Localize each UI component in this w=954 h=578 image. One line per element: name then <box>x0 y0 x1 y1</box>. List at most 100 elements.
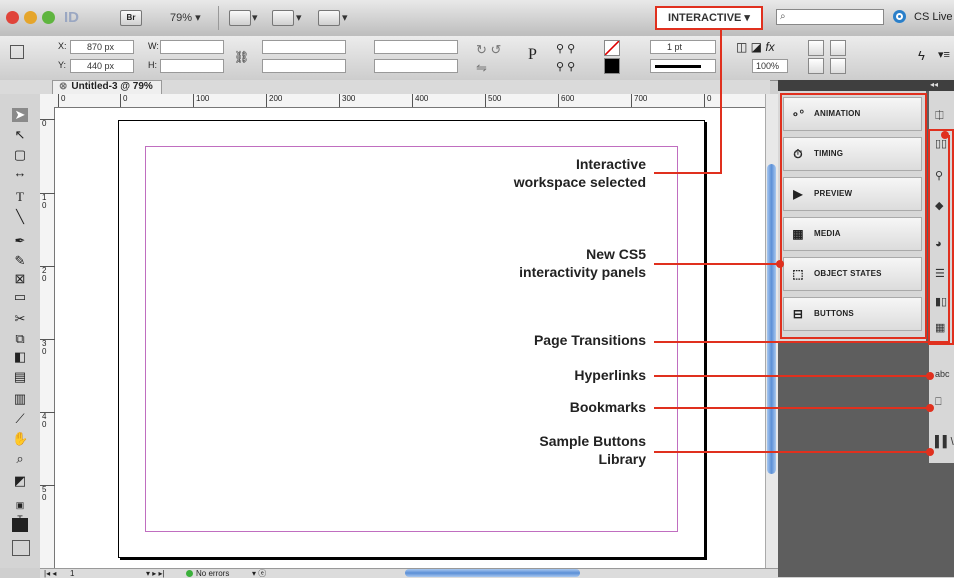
normal-view-icon[interactable] <box>12 518 28 532</box>
type-tool-icon[interactable]: T <box>12 190 28 204</box>
close-window-button[interactable] <box>6 11 19 24</box>
zoom-window-button[interactable] <box>42 11 55 24</box>
select-container-icon[interactable]: ⚲ ⚲ <box>556 42 575 55</box>
vruler-mark: 4 0 <box>40 412 56 429</box>
rotate-icon[interactable]: ↻ ↺ <box>476 42 501 58</box>
separator <box>218 6 219 30</box>
lightning-icon[interactable]: ϟ <box>918 48 925 63</box>
bookmarks-icon[interactable]: ⎕ <box>935 395 953 409</box>
close-icon[interactable]: ⊗ <box>59 81 67 92</box>
wrap-icon[interactable]: ◫ ◪ fx <box>736 40 775 54</box>
opacity-field[interactable]: 100% <box>752 59 788 73</box>
callout-line <box>654 407 932 409</box>
selection-tool-icon[interactable]: ➤ <box>12 108 28 122</box>
callout-dot <box>776 260 784 268</box>
arrange-documents-button[interactable] <box>318 10 340 26</box>
horizontal-scroll-thumb[interactable] <box>405 569 580 577</box>
select-content-icon[interactable]: ⚲ ⚲ <box>556 60 575 73</box>
stroke-type-select[interactable] <box>650 59 716 73</box>
screen-mode-icon[interactable] <box>12 540 30 556</box>
ruler-mark: 0 <box>120 94 127 107</box>
workspace-label: INTERACTIVE <box>668 12 742 24</box>
vertical-scroll-thumb[interactable] <box>767 164 776 474</box>
document-tab-title: Untitled-3 @ 79% <box>71 81 153 92</box>
vertical-ruler: 0 1 0 2 0 3 0 4 0 5 0 <box>40 107 56 568</box>
collapse-icon[interactable]: ◂◂ <box>930 80 938 89</box>
workspace-switcher[interactable]: INTERACTIVE ▾ <box>655 6 763 30</box>
tools-panel: ➤ ↖ ▢ ↔ T ╲ ✒ ✎ ⊠ ▭ ✂ ⧉ ◧ ▤ ▥ ⟋ ✋ ⌕ ◩ ▣ … <box>0 94 41 568</box>
panel-menu-icon[interactable]: ▾≡ <box>938 48 950 61</box>
search-input[interactable]: ⌕ <box>776 9 884 25</box>
ruler-mark: 500 <box>485 94 501 107</box>
gap-tool-icon[interactable]: ↔ <box>12 166 28 180</box>
ruler-mark: 700 <box>631 94 647 107</box>
cs-live-icon[interactable] <box>893 10 906 23</box>
zoom-level-dropdown[interactable]: 79% ▾ <box>170 11 201 24</box>
scissors-tool-icon[interactable]: ✂ <box>12 312 28 326</box>
callout-text: Sample Buttons <box>539 433 646 449</box>
pages-icon[interactable]: ⎅ <box>935 109 953 123</box>
sample-buttons-library-icon[interactable]: ▌▌\ <box>935 435 954 449</box>
direct-selection-tool-icon[interactable]: ↖ <box>12 128 28 142</box>
callout-workspace: Interactive workspace selected <box>440 155 646 191</box>
cs-live-menu[interactable]: CS Live <box>914 11 953 23</box>
height-field[interactable] <box>160 59 224 73</box>
callout-line <box>720 30 722 174</box>
bridge-button[interactable]: Br <box>120 10 142 26</box>
ruler-mark: 200 <box>266 94 282 107</box>
screen-mode-button[interactable] <box>272 10 294 26</box>
align-bottom-button[interactable] <box>830 58 846 74</box>
rotation-field[interactable] <box>374 40 458 54</box>
align-left-button[interactable] <box>808 40 824 56</box>
free-transform-tool-icon[interactable]: ⧉ <box>12 332 28 346</box>
minimize-window-button[interactable] <box>24 11 37 24</box>
formatting-affects-icon[interactable]: ▣ T <box>12 498 28 524</box>
stroke-swatch[interactable] <box>604 58 620 74</box>
callout-panels: New CS5 interactivity panels <box>440 245 646 281</box>
x-position-field[interactable]: 870 px <box>70 40 134 54</box>
callout-dot <box>941 131 949 139</box>
gradient-feather-tool-icon[interactable]: ▤ <box>12 370 28 384</box>
rectangle-frame-tool-icon[interactable]: ⊠ <box>12 272 28 286</box>
align-top-button[interactable] <box>808 58 824 74</box>
callout-dot <box>926 448 934 456</box>
align-center-button[interactable] <box>830 40 846 56</box>
fill-stroke-icon[interactable]: ◩ <box>12 474 28 488</box>
flip-icon[interactable]: ⇋ <box>476 60 487 76</box>
scale-x-field[interactable] <box>262 40 346 54</box>
document-tab[interactable]: ⊗ Untitled-3 @ 79% <box>52 80 162 94</box>
note-tool-icon[interactable]: ▥ <box>12 392 28 406</box>
ruler-mark: 0 <box>58 94 65 107</box>
callout-library: Sample Buttons Library <box>440 432 646 468</box>
reference-point-icon[interactable] <box>10 45 24 59</box>
vruler-mark: 0 <box>40 119 56 128</box>
chevron-down-icon: ▾ <box>252 12 258 24</box>
page-transitions-highlight-box <box>928 129 954 345</box>
application-bar: ID Br 79% ▾ ▾ ▾ ▾ INTERACTIVE ▾ ⌕ CS Liv… <box>0 0 954 37</box>
y-position-field[interactable]: 440 px <box>70 59 134 73</box>
rectangle-tool-icon[interactable]: ▭ <box>12 290 28 304</box>
line-tool-icon[interactable]: ╲ <box>12 210 28 224</box>
shear-field[interactable] <box>374 59 458 73</box>
ruler-mark: 0 <box>704 94 711 107</box>
scale-y-field[interactable] <box>262 59 346 73</box>
gradient-swatch-tool-icon[interactable]: ◧ <box>12 350 28 364</box>
eyedropper-tool-icon[interactable]: ⟋ <box>12 412 28 426</box>
pencil-tool-icon[interactable]: ✎ <box>12 254 28 268</box>
hyperlinks-icon[interactable]: abc <box>935 367 953 381</box>
ruler-mark: 600 <box>558 94 574 107</box>
callout-line <box>654 451 932 453</box>
vruler-mark: 3 0 <box>40 339 56 356</box>
constrain-proportions-icon[interactable]: ⛓ <box>234 50 249 64</box>
callout-text: Interactive <box>575 156 646 172</box>
pen-tool-icon[interactable]: ✒ <box>12 234 28 248</box>
zoom-tool-icon[interactable]: ⌕ <box>12 452 28 466</box>
paragraph-direction-icon[interactable]: P <box>528 46 537 64</box>
stroke-weight-field[interactable]: 1 pt <box>650 40 716 54</box>
width-field[interactable] <box>160 40 224 54</box>
page-tool-icon[interactable]: ▢ <box>12 148 28 162</box>
hand-tool-icon[interactable]: ✋ <box>12 432 28 446</box>
fill-swatch[interactable] <box>604 40 620 56</box>
ruler-mark: 400 <box>412 94 428 107</box>
view-options-button[interactable] <box>229 10 251 26</box>
